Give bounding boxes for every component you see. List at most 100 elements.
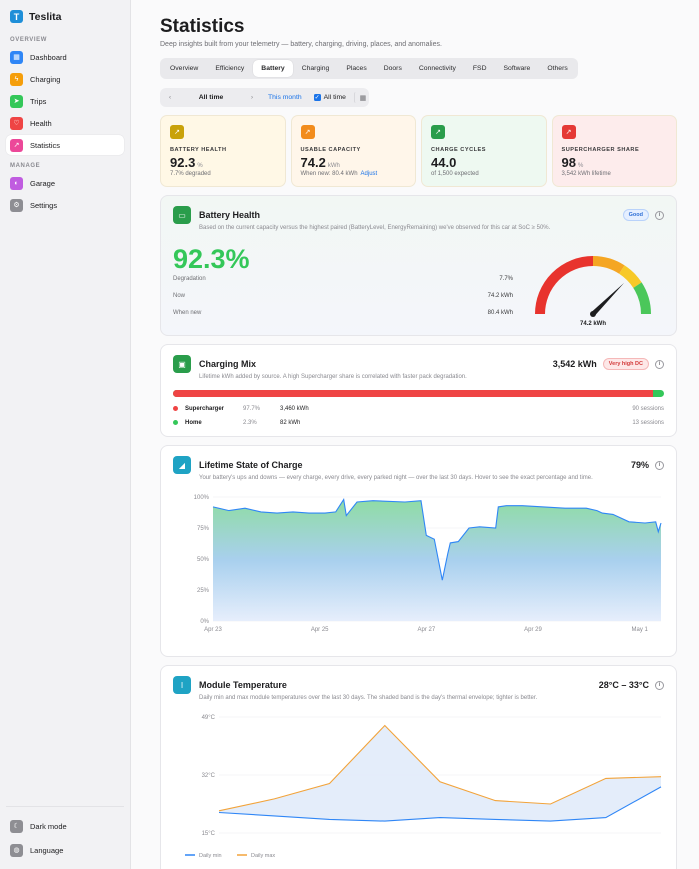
sidebar-item-settings[interactable]: ⚙ Settings	[6, 195, 124, 215]
kv-key: Degradation	[173, 276, 206, 282]
app-window: T Teslita OVERVIEW ▦ Dashboard ϟ Charging ➤ T…	[0, 0, 699, 869]
info-icon[interactable]: i	[655, 680, 664, 690]
panel-description: Your battery's ups and downs — every cha…	[199, 475, 593, 481]
stat-value-row: 92.3%	[170, 155, 276, 170]
soc-area	[213, 499, 661, 621]
tab-connectivity[interactable]: Connectivity	[411, 60, 464, 77]
info-icon[interactable]: i	[655, 359, 664, 369]
brand[interactable]: T Teslita	[6, 8, 124, 33]
trend-chart-icon: ↗	[300, 125, 315, 139]
sidebar-item-label: Statistics	[30, 140, 61, 150]
source-kwh: 82 kWh	[280, 419, 301, 426]
grid-icon: ▦	[10, 50, 23, 64]
panel-description: Based on the current capacity versus the…	[199, 225, 551, 231]
stat-subtext: of 1,500 expected	[431, 171, 479, 177]
legend-label-min: Daily min	[199, 853, 222, 859]
health-percent: 92.3%	[173, 244, 250, 274]
info-icon[interactable]: i	[655, 210, 664, 220]
stat-value: 98	[561, 155, 576, 170]
tab-battery[interactable]: Battery	[253, 60, 293, 77]
gauge-segment	[592, 256, 625, 274]
calendar-icon[interactable]: ▦	[353, 92, 366, 103]
sidebar-bottom: ☾ Dark mode ◍ Language	[6, 806, 124, 863]
trend-chart-icon: ↗	[561, 125, 576, 139]
stat-value-row: 44.0	[431, 155, 537, 170]
sidebar-item-trips[interactable]: ➤ Trips	[6, 91, 124, 111]
thermometer-icon: ǀ	[173, 676, 191, 694]
stat-label: BATTERY HEALTH	[170, 147, 227, 153]
temperature-chart[interactable]: 49°C 32°C 15°C Daily min Daily max	[173, 705, 667, 865]
kv-key: When new	[173, 310, 202, 316]
panel-title: Lifetime State of Charge	[199, 460, 303, 470]
tab-charging[interactable]: Charging	[294, 60, 338, 77]
stat-value: 92.3	[170, 155, 196, 170]
sidebar-item-language[interactable]: ◍ Language	[6, 839, 124, 861]
gauge-needle	[591, 282, 625, 316]
stat-card: ↗ SUPERCHARGER SHARE 98% 3,542 kWh lifetime	[551, 115, 677, 187]
soc-chart[interactable]: 100% 75% 50% 25% 0% Apr 23 Apr 25 Apr 27 Apr 29 M…	[173, 487, 667, 639]
prev-period-button[interactable]: ‹	[164, 94, 176, 101]
sidebar-item-dark-mode[interactable]: ☾ Dark mode	[6, 815, 124, 837]
stat-value: 74.2	[300, 155, 326, 170]
source-percent: 97.7%	[243, 405, 261, 412]
thermal-band	[219, 725, 661, 822]
stat-unit: %	[577, 163, 584, 169]
x-tick-label: Apr 29	[524, 627, 542, 633]
legend-dot	[173, 420, 178, 425]
sidebar-item-garage[interactable]: ◐ Garage	[6, 173, 124, 193]
trend-chart-icon: ↗	[170, 125, 184, 139]
gauge-segment	[633, 282, 651, 315]
heart-icon: ♡	[10, 116, 23, 130]
trend-chart-icon: ↗	[431, 125, 445, 139]
y-tick-label: 0%	[200, 619, 209, 625]
stat-cards: ↗ BATTERY HEALTH 92.3% 7.7% degraded ↗ USABLE…	[160, 115, 677, 187]
tab-bar: Overview Efficiency Battery Charging Places D…	[160, 58, 578, 79]
tab-fsd[interactable]: FSD	[465, 60, 495, 77]
sidebar-item-dashboard[interactable]: ▦ Dashboard	[6, 47, 124, 67]
sidebar-item-health[interactable]: ♡ Health	[6, 113, 124, 133]
all-time-toggle[interactable]: ✓ All time	[313, 94, 346, 101]
sidebar-item-charging[interactable]: ϟ Charging	[6, 69, 124, 89]
stat-unit: %	[197, 163, 203, 169]
this-month-button[interactable]: This month	[262, 94, 310, 101]
source-name: Supercharger	[185, 405, 225, 412]
stat-card: ↗ BATTERY HEALTH 92.3% 7.7% degraded	[160, 115, 286, 187]
tab-overview[interactable]: Overview	[162, 60, 206, 77]
tab-others[interactable]: Others	[539, 60, 575, 77]
battery-health-panel: ▭ Battery Health Good i Based on the cur…	[160, 195, 677, 336]
sidebar-item-label: Trips	[30, 96, 47, 106]
gear-icon: ⚙	[10, 198, 23, 212]
tab-doors[interactable]: Doors	[376, 60, 410, 77]
source-sessions: 90 sessions	[632, 405, 664, 412]
tab-places[interactable]: Places	[338, 60, 374, 77]
x-tick-label: Apr 23	[204, 627, 222, 633]
health-gauge: 74.2 kWh	[535, 256, 651, 327]
x-tick-label: Apr 27	[417, 627, 435, 633]
charging-source-row: Home 2.3% 82 kWh 13 sessions	[173, 416, 664, 429]
stat-subtext-row: When new: 80.4 kWh Adjust	[301, 171, 407, 177]
next-period-button[interactable]: ›	[246, 94, 258, 101]
panel-title: Battery Health	[199, 210, 261, 220]
adjust-link[interactable]: Adjust	[361, 171, 378, 177]
temperature-panel: ǀ Module Temperature 28°C – 33°C i Daily…	[160, 665, 677, 869]
manage-nav: ◐ Garage ⚙ Settings	[6, 173, 124, 215]
logo-icon: T	[10, 10, 23, 23]
y-tick-label: 100%	[194, 495, 210, 501]
source-sessions: 13 sessions	[632, 419, 664, 426]
stat-subtext: 7.7% degraded	[170, 171, 211, 177]
charging-mix-legend: Supercharger 97.7% 3,460 kWh 90 sessions Hom…	[173, 402, 664, 429]
sidebar-item-statistics[interactable]: ↗ Statistics	[6, 135, 124, 155]
tab-efficiency[interactable]: Efficiency	[207, 60, 252, 77]
plug-icon: ▣	[173, 355, 191, 373]
stat-value-row: 98%	[562, 155, 668, 170]
kv-key: Now	[173, 293, 186, 299]
gauge-hub	[590, 311, 596, 317]
checkbox-icon: ✓	[313, 94, 321, 101]
status-badge: Good	[622, 209, 649, 221]
tab-software[interactable]: Software	[496, 60, 539, 77]
info-icon[interactable]: i	[655, 460, 664, 470]
kv-value: 74.2 kWh	[487, 293, 513, 299]
supercharger-fill	[173, 390, 653, 397]
sidebar-item-label: Language	[30, 845, 64, 855]
page-title: Statistics	[160, 16, 245, 37]
